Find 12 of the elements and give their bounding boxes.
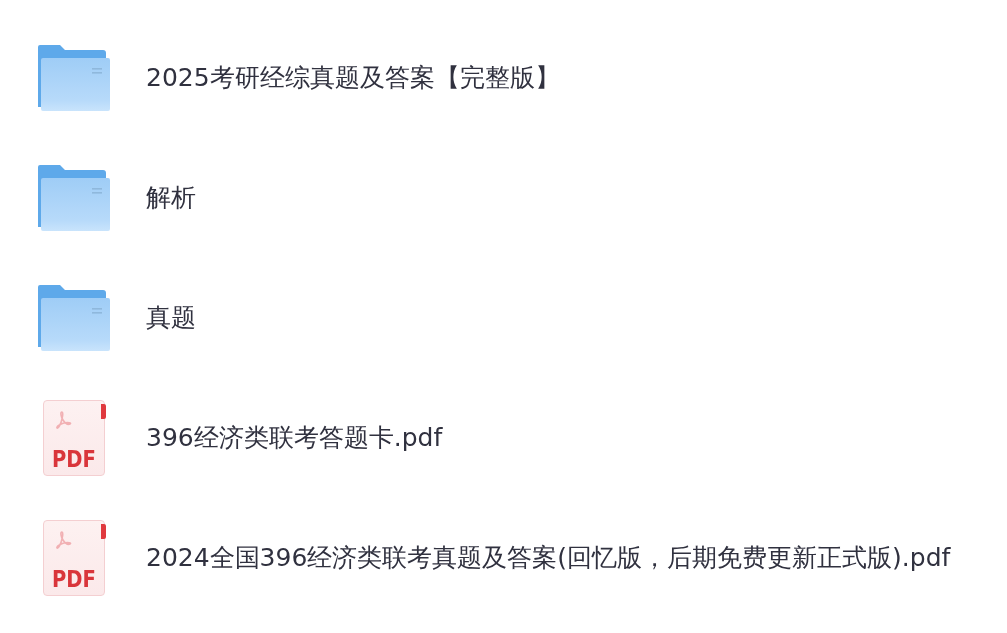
- file-name[interactable]: 396经济类联考答题卡.pdf: [146, 423, 443, 453]
- pdf-symbol-icon: [53, 410, 73, 430]
- folder-name[interactable]: 解析: [146, 183, 196, 213]
- folder-icon: [38, 285, 110, 351]
- pdf-symbol-icon: [53, 530, 73, 550]
- file-name[interactable]: 2024全国396经济类联考真题及答案(回忆版，后期免费更新正式版).pdf: [146, 543, 951, 573]
- folder-name[interactable]: 真题: [146, 303, 196, 333]
- folder-name[interactable]: 2025考研经综真题及答案【完整版】: [146, 63, 560, 93]
- file-type-label: PDF: [52, 568, 96, 591]
- folder-icon: [38, 45, 110, 111]
- folder-icon: [38, 165, 110, 231]
- file-type-label: PDF: [52, 448, 96, 471]
